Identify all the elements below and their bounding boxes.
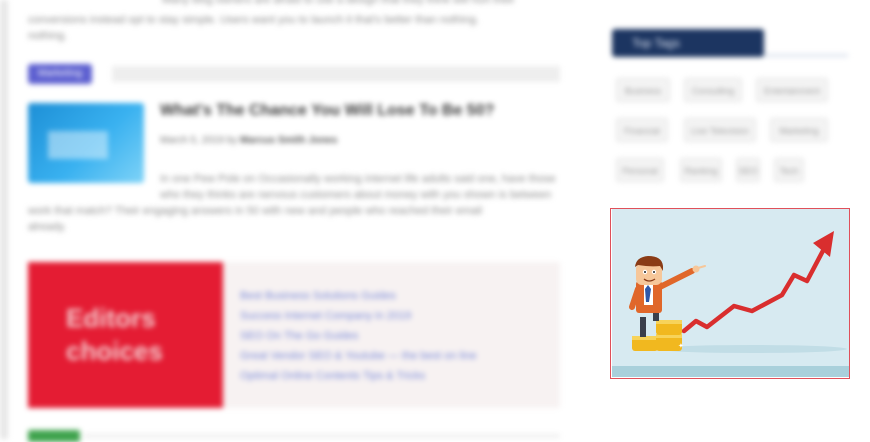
tag-consulting[interactable]: Consulting <box>684 78 742 102</box>
growth-chart-illustration[interactable]: ✦ <box>612 209 849 377</box>
post-date: March 5, 2019 by <box>160 135 238 146</box>
post-title[interactable]: What's The Chance You Will Lose To Be 50… <box>160 102 494 120</box>
tag-ranking[interactable]: Ranking <box>680 158 722 182</box>
post-thumbnail[interactable] <box>28 103 144 183</box>
illustration-floor <box>612 366 849 377</box>
ground-shadow <box>657 345 847 353</box>
editors-link[interactable]: Optimal Online Contents Tips & Tricks <box>240 366 477 386</box>
post-meta: March 5, 2019 by Marcus Smith Jones <box>160 135 337 146</box>
editors-link[interactable]: Great Vendor SEO & Youtube — the best on… <box>240 346 477 366</box>
post-excerpt-line-3: work that match? Their engaging answers … <box>28 205 483 217</box>
intro-text-line-3: nothing. <box>28 30 68 42</box>
tag-live-television[interactable]: Live Television <box>684 118 756 142</box>
category-divider <box>112 66 560 82</box>
post-author[interactable]: Marcus Smith Jones <box>240 135 337 146</box>
tag-seo[interactable]: SEO <box>736 158 760 182</box>
tag-financial[interactable]: Financial <box>616 118 668 142</box>
category-label[interactable]: Marketing <box>28 64 92 84</box>
editors-link[interactable]: Success Internet Company in 2019 <box>240 306 477 326</box>
post-excerpt-line-1: In one Pew Pole on Occasionally working … <box>160 173 556 185</box>
next-category-label[interactable] <box>28 430 80 442</box>
intro-text-line-2: conversions instead opt to stay simple. … <box>28 14 479 26</box>
tag-marketing[interactable]: Marketing <box>770 118 828 142</box>
next-category-divider <box>84 434 560 438</box>
svg-text:✦: ✦ <box>678 342 684 350</box>
editors-choices-title: Editors choices <box>66 303 163 366</box>
tag-tech[interactable]: Tech <box>774 158 804 182</box>
post-excerpt-line-4: already. <box>28 221 67 233</box>
thumbnail-graphic <box>48 131 108 159</box>
intro-text-line-1: Many blog owners are afraid to use a des… <box>162 0 515 6</box>
editors-choices-list: Best Business Solutions Guides Success I… <box>240 286 477 386</box>
tag-business[interactable]: Business <box>616 78 670 102</box>
tag-personal[interactable]: Personal <box>616 158 664 182</box>
sidebar-heading: Top Tags <box>612 29 764 57</box>
editors-link[interactable]: SEO On The Go Guides <box>240 326 477 346</box>
left-edge-bar <box>0 0 8 439</box>
tag-entertainment[interactable]: Entertainment <box>756 78 828 102</box>
editors-link[interactable]: Best Business Solutions Guides <box>240 286 477 306</box>
sidebar-heading-underline <box>764 54 848 57</box>
post-excerpt-line-2: who they thinks are nervous customers ab… <box>160 189 552 201</box>
